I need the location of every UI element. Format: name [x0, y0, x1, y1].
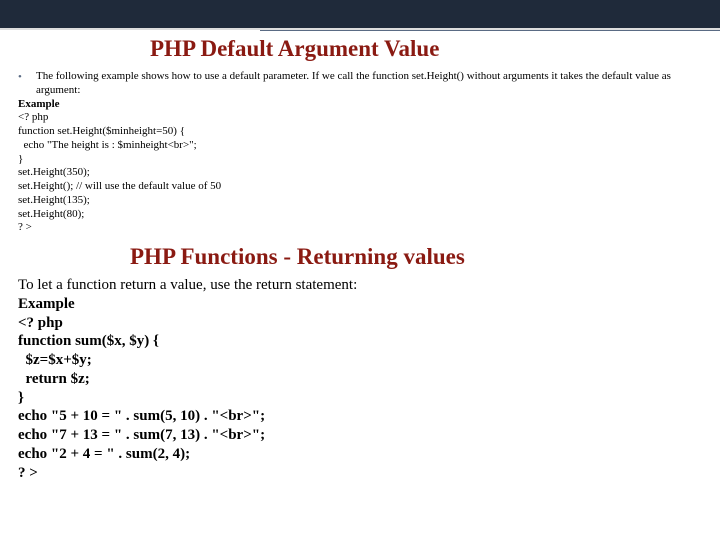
section2-example-label: Example	[18, 295, 708, 314]
section1-title: PHP Default Argument Value	[150, 36, 439, 62]
section2-intro: To let a function return a value, use th…	[18, 276, 708, 295]
top-bar	[0, 0, 720, 28]
section2-body: To let a function return a value, use th…	[18, 276, 708, 482]
section1-bullet-text: The following example shows how to use a…	[36, 70, 708, 98]
section1-bullet-row: • The following example shows how to use…	[18, 70, 708, 98]
section2-code: <? php function sum($x, $y) { $z=$x+$y; …	[18, 314, 708, 483]
bullet-icon: •	[18, 70, 36, 98]
section1-code: <? php function set.Height($minheight=50…	[18, 111, 708, 235]
slide: PHP Default Argument Value • The followi…	[0, 0, 720, 540]
top-bar-accent	[260, 30, 720, 31]
section2-title: PHP Functions - Returning values	[130, 244, 465, 270]
section1-body: • The following example shows how to use…	[18, 70, 708, 235]
section1-example-label: Example	[18, 98, 708, 112]
